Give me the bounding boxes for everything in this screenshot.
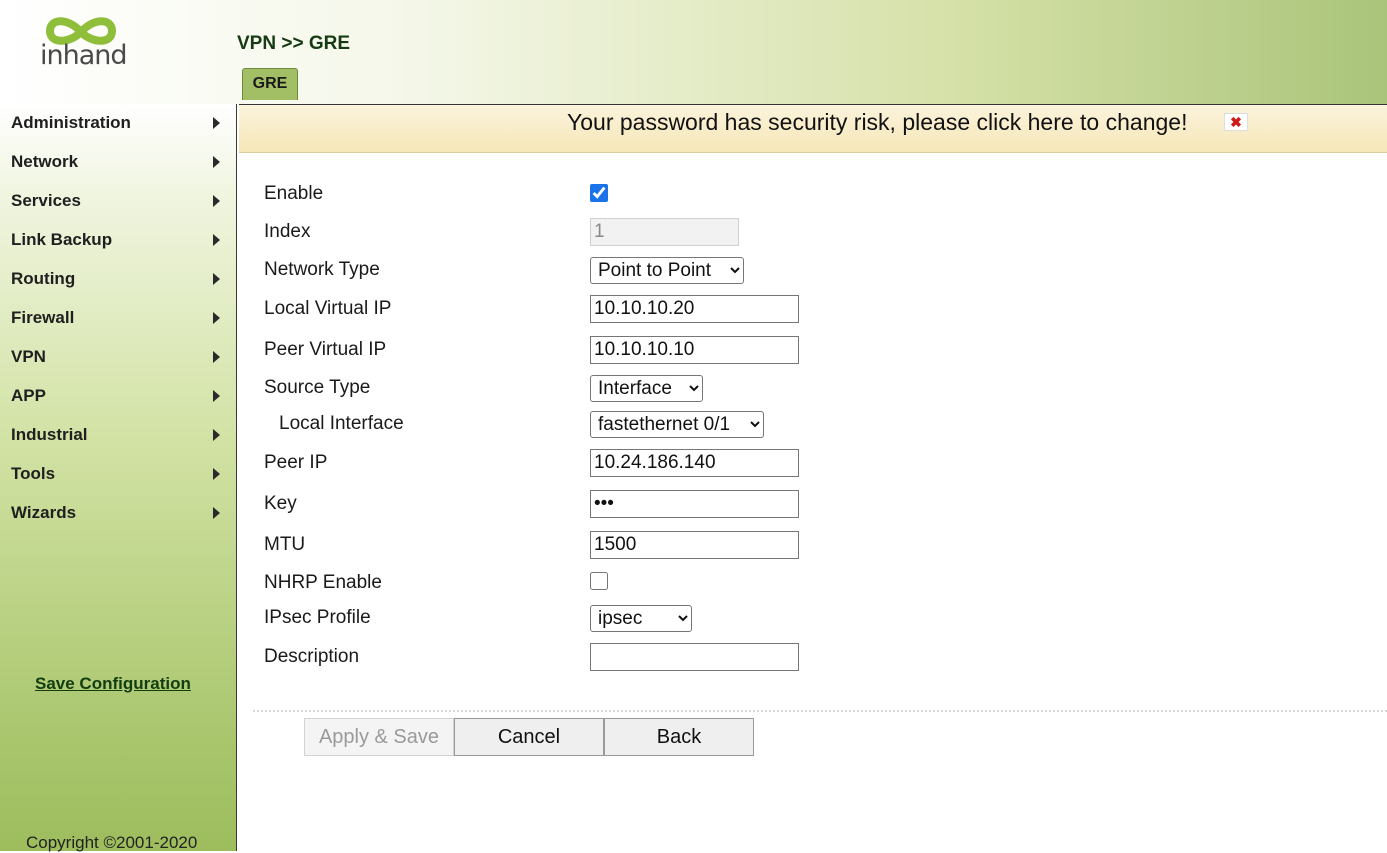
caret-right-icon bbox=[213, 117, 220, 129]
description-label: Description bbox=[264, 646, 360, 667]
key-password-input[interactable] bbox=[590, 490, 799, 518]
local-interface-label: Local Interface bbox=[279, 413, 404, 434]
cancel-button[interactable]: Cancel bbox=[454, 718, 604, 756]
nhrp-enable-checkbox[interactable] bbox=[590, 572, 608, 590]
source-type-label: Source Type bbox=[264, 377, 371, 398]
peer-virtual-ip-input[interactable] bbox=[590, 336, 799, 364]
ipsec-profile-select[interactable]: ipsec bbox=[590, 605, 692, 632]
breadcrumb: VPN >> GRE bbox=[237, 33, 350, 54]
save-configuration-link[interactable]: Save Configuration bbox=[35, 674, 191, 694]
row-local-interface: Local Interface fastethernet 0/1 bbox=[0, 410, 1387, 440]
form-divider bbox=[253, 710, 1387, 712]
row-mtu: MTU bbox=[0, 531, 1387, 561]
row-local-virtual-ip: Local Virtual IP bbox=[0, 295, 1387, 325]
tab-gre[interactable]: GRE bbox=[242, 68, 298, 100]
row-peer-ip: Peer IP bbox=[0, 449, 1387, 479]
local-virtual-ip-input[interactable] bbox=[590, 295, 799, 323]
enable-label: Enable bbox=[264, 183, 324, 204]
inhand-logo: inhand bbox=[36, 14, 136, 86]
row-index: Index bbox=[0, 218, 1387, 248]
security-warning-banner: Your password has security risk, please … bbox=[239, 104, 1387, 153]
local-virtual-ip-label: Local Virtual IP bbox=[264, 298, 392, 319]
sidebar-item-label: Administration bbox=[11, 113, 131, 132]
caret-right-icon bbox=[213, 156, 220, 168]
network-type-label: Network Type bbox=[264, 259, 380, 280]
back-button[interactable]: Back bbox=[604, 718, 754, 756]
row-description: Description bbox=[0, 643, 1387, 673]
close-icon[interactable]: ✖ bbox=[1224, 113, 1248, 131]
change-password-link[interactable]: Your password has security risk, please … bbox=[567, 109, 1187, 136]
peer-ip-input[interactable] bbox=[590, 449, 799, 477]
key-label: Key bbox=[264, 493, 297, 514]
mtu-input[interactable] bbox=[590, 531, 799, 559]
row-ipsec-profile: IPsec Profile ipsec bbox=[0, 604, 1387, 634]
source-type-select[interactable]: Interface bbox=[590, 375, 703, 402]
row-enable: Enable bbox=[0, 180, 1387, 210]
row-key: Key bbox=[0, 490, 1387, 520]
sidebar-item-label: Network bbox=[11, 152, 79, 171]
row-source-type: Source Type Interface bbox=[0, 374, 1387, 404]
sidebar-item-administration[interactable]: Administration bbox=[0, 104, 236, 143]
row-peer-virtual-ip: Peer Virtual IP bbox=[0, 336, 1387, 366]
ipsec-profile-label: IPsec Profile bbox=[264, 607, 371, 628]
row-network-type: Network Type Point to Point bbox=[0, 256, 1387, 286]
index-label: Index bbox=[264, 221, 311, 242]
enable-checkbox[interactable] bbox=[590, 184, 608, 202]
logo-text: inhand bbox=[40, 40, 128, 71]
network-type-select[interactable]: Point to Point bbox=[590, 257, 744, 284]
header-bar: inhand VPN >> GRE GRE bbox=[0, 0, 1387, 104]
description-input[interactable] bbox=[590, 643, 799, 671]
peer-ip-label: Peer IP bbox=[264, 452, 328, 473]
nhrp-enable-label: NHRP Enable bbox=[264, 572, 382, 593]
sidebar-item-network[interactable]: Network bbox=[0, 143, 236, 182]
apply-save-button[interactable]: Apply & Save bbox=[304, 718, 454, 756]
row-nhrp-enable: NHRP Enable bbox=[0, 569, 1387, 599]
local-interface-select[interactable]: fastethernet 0/1 bbox=[590, 411, 764, 438]
mtu-label: MTU bbox=[264, 534, 306, 555]
peer-virtual-ip-label: Peer Virtual IP bbox=[264, 339, 387, 360]
copyright-text: Copyright ©2001-2020 bbox=[26, 833, 198, 852]
index-field bbox=[590, 218, 739, 246]
